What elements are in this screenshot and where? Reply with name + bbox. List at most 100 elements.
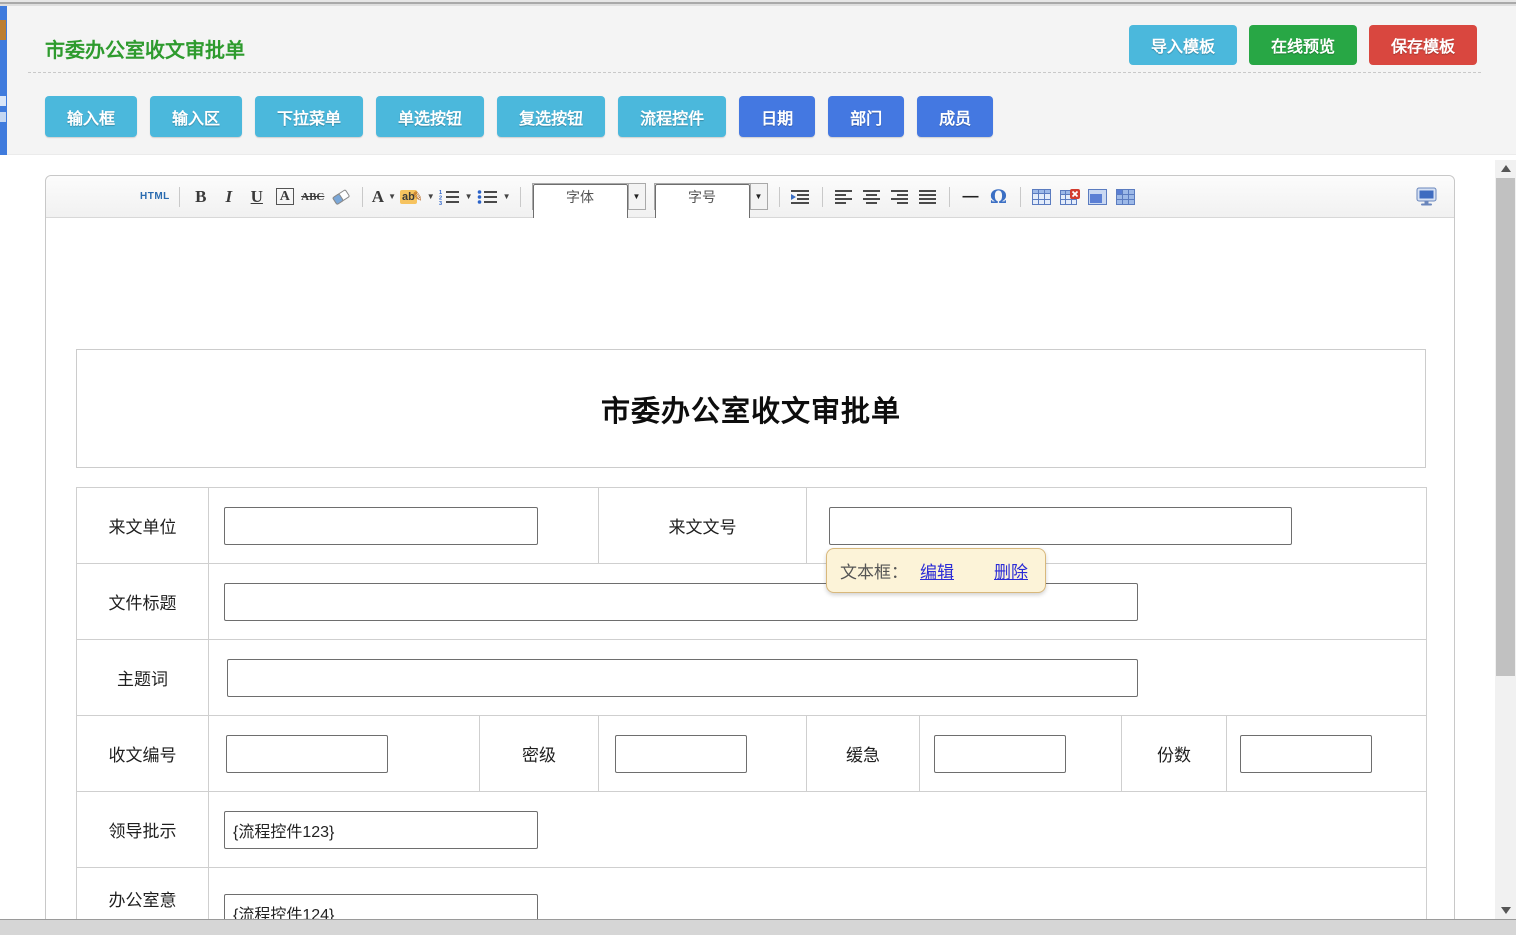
field-label: 份数 xyxy=(1157,746,1191,765)
field-input-cell xyxy=(209,564,1427,640)
field-label: 办公室意 xyxy=(109,891,177,910)
field-label: 文件标题 xyxy=(109,594,177,613)
horizontal-rule-button[interactable]: — xyxy=(959,183,983,211)
add-flow-control-button[interactable]: 流程控件 xyxy=(618,96,726,137)
special-char-button[interactable]: Ω xyxy=(987,183,1011,211)
align-center-button[interactable] xyxy=(860,183,884,211)
add-radio-button[interactable]: 单选按钮 xyxy=(376,96,484,137)
add-member-button[interactable]: 成员 xyxy=(917,96,993,137)
control-tooltip: 文本框： 编辑 删除 xyxy=(826,548,1046,593)
fullscreen-button[interactable] xyxy=(1414,183,1438,211)
online-preview-button[interactable]: 在线预览 xyxy=(1249,25,1357,65)
vertical-scrollbar[interactable] xyxy=(1495,160,1516,919)
unordered-list-button[interactable]: ▼ xyxy=(477,183,511,211)
left-panel-glyph xyxy=(0,96,6,106)
editor-panel: HTML B I U A ABC A▼ ab✎▼ 123 ▼ ▼ 字体 ▼ 字号… xyxy=(45,175,1455,935)
table-row: 领导批示 xyxy=(77,792,1427,868)
chevron-down-icon: ▼ xyxy=(503,192,511,201)
field-label: 密级 xyxy=(522,746,556,765)
align-left-icon xyxy=(835,190,853,204)
field-input-cell xyxy=(209,792,1427,868)
document-canvas[interactable]: 市委办公室收文审批单 来文单位 来文文号 文件标题 主题词 收文 xyxy=(46,218,1454,935)
arrow-up-icon xyxy=(1501,165,1511,172)
tooltip-caption: 文本框： xyxy=(840,558,908,583)
form-table: 来文单位 来文文号 文件标题 主题词 收文编号 密级 缓急 份数 xyxy=(76,487,1427,935)
font-family-select[interactable]: 字体 ▼ xyxy=(532,183,646,210)
char-border-button[interactable]: A xyxy=(273,183,297,211)
align-right-button[interactable] xyxy=(888,183,912,211)
chevron-down-icon: ▼ xyxy=(750,184,767,209)
arrow-down-icon xyxy=(1501,907,1511,914)
editor-toolbar: HTML B I U A ABC A▼ ab✎▼ 123 ▼ ▼ 字体 ▼ 字号… xyxy=(46,176,1454,218)
underline-button[interactable]: U xyxy=(245,183,269,211)
bold-button[interactable]: B xyxy=(189,183,213,211)
field-label-cell: 领导批示 xyxy=(77,792,209,868)
align-justify-button[interactable] xyxy=(916,183,940,211)
window-top-edge xyxy=(0,0,1516,6)
table-properties-button[interactable] xyxy=(1086,183,1110,211)
field-label: 缓急 xyxy=(846,746,880,765)
table-row: 来文单位 来文文号 xyxy=(77,488,1427,564)
add-date-button[interactable]: 日期 xyxy=(739,96,815,137)
scroll-down-button[interactable] xyxy=(1495,902,1516,919)
field-label: 来文文号 xyxy=(669,518,737,537)
add-department-button[interactable]: 部门 xyxy=(828,96,904,137)
field-label-cell: 文件标题 xyxy=(77,564,209,640)
delete-table-button[interactable] xyxy=(1058,183,1082,211)
chevron-down-icon: ▼ xyxy=(427,192,435,201)
align-center-icon xyxy=(863,190,881,204)
field-input-cell xyxy=(209,488,599,564)
strikethrough-button[interactable]: ABC xyxy=(301,183,325,211)
window-bottom-edge xyxy=(0,919,1516,935)
remove-format-button[interactable] xyxy=(329,183,353,211)
ordered-list-icon: 123 xyxy=(439,189,461,205)
indent-button[interactable] xyxy=(789,183,813,211)
keywords-input[interactable] xyxy=(227,659,1138,697)
field-label: 领导批示 xyxy=(109,822,177,841)
add-input-box-button[interactable]: 输入框 xyxy=(45,96,137,137)
source-org-input[interactable] xyxy=(224,507,538,545)
insert-table-button[interactable] xyxy=(1030,183,1054,211)
toolbar-separator xyxy=(949,187,950,207)
pencil-icon: ✎ xyxy=(411,188,425,206)
chevron-down-icon: ▼ xyxy=(465,192,473,201)
field-label-cell: 来文单位 xyxy=(77,488,209,564)
html-source-button[interactable]: HTML xyxy=(140,183,170,211)
ordered-list-button[interactable]: 123 ▼ xyxy=(439,183,473,211)
add-textarea-button[interactable]: 输入区 xyxy=(150,96,242,137)
toolbar-separator xyxy=(1020,187,1021,207)
table-row: 文件标题 xyxy=(77,564,1427,640)
font-color-button[interactable]: A▼ xyxy=(372,183,396,211)
italic-button[interactable]: I xyxy=(217,183,241,211)
table-row: 收文编号 密级 缓急 份数 xyxy=(77,716,1427,792)
field-input-cell xyxy=(1227,716,1427,792)
secrecy-input[interactable] xyxy=(615,735,747,773)
leader-comment-input[interactable] xyxy=(224,811,538,849)
receipt-no-input[interactable] xyxy=(226,735,388,773)
left-panel-glyph xyxy=(0,20,6,40)
field-input-cell xyxy=(209,716,480,792)
cell-properties-button[interactable] xyxy=(1114,183,1138,211)
source-no-input[interactable] xyxy=(829,507,1292,545)
table-properties-icon xyxy=(1088,189,1107,205)
delete-control-link[interactable]: 删除 xyxy=(994,558,1028,583)
left-panel-glyph xyxy=(0,112,6,122)
page-title: 市委办公室收文审批单 xyxy=(45,34,245,63)
add-checkbox-button[interactable]: 复选按钮 xyxy=(497,96,605,137)
align-left-button[interactable] xyxy=(832,183,856,211)
highlight-color-button[interactable]: ab✎▼ xyxy=(400,183,435,211)
urgency-input[interactable] xyxy=(934,735,1066,773)
scrollbar-thumb[interactable] xyxy=(1496,178,1515,676)
add-dropdown-button[interactable]: 下拉菜单 xyxy=(255,96,363,137)
edit-control-link[interactable]: 编辑 xyxy=(920,558,954,583)
eraser-icon xyxy=(330,188,352,205)
scroll-up-button[interactable] xyxy=(1495,160,1516,177)
align-right-icon xyxy=(891,190,909,204)
copies-input[interactable] xyxy=(1240,735,1372,773)
save-template-button[interactable]: 保存模板 xyxy=(1369,25,1477,65)
toolbar-separator xyxy=(362,187,363,207)
import-template-button[interactable]: 导入模板 xyxy=(1129,25,1237,65)
form-title-box: 市委办公室收文审批单 xyxy=(76,349,1426,468)
font-size-select[interactable]: 字号 ▼ xyxy=(654,183,768,210)
chevron-down-icon: ▼ xyxy=(628,184,645,209)
